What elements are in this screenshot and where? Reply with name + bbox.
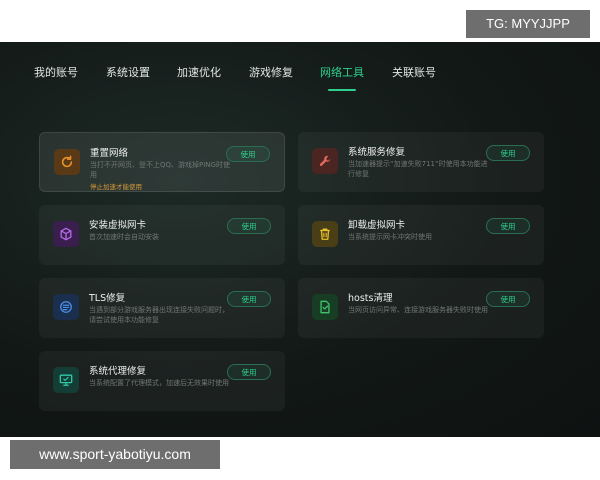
watermark-website: www.sport-yabotiyu.com [10, 440, 220, 469]
use-button-hosts-clean[interactable]: 使用 [486, 291, 530, 307]
tool-warning: 停止加速才能使用 [90, 183, 142, 191]
file-clean-icon [312, 294, 338, 320]
network-tools-panel: 我的账号 系统设置 加速优化 游戏修复 网络工具 关联账号 重置网络 当打不开网… [0, 42, 600, 437]
tool-card-uninstall-virtual-nic: 卸载虚拟网卡 当系统提示网卡冲突时使用 使用 [298, 205, 544, 265]
tool-description: 当系统配置了代理模式，加速后无效果时使用 [89, 379, 229, 387]
tool-card-system-proxy-repair: 系统代理修复 当系统配置了代理模式，加速后无效果时使用 使用 [39, 351, 285, 411]
watermark-tg-label: TG: MYYJJPP [466, 10, 590, 38]
tool-title: TLS修复 [89, 293, 126, 304]
tab-linked-accounts[interactable]: 关联账号 [392, 64, 436, 80]
tab-game-repair[interactable]: 游戏修复 [249, 64, 293, 80]
tool-card-tls-repair: TLS修复 当遇到部分游戏服务器出现连接失败问题时，请尝试使用本功能修复 使用 [39, 278, 285, 338]
tool-title: 系统代理修复 [89, 366, 147, 377]
tls-icon [53, 294, 79, 320]
tab-my-account[interactable]: 我的账号 [34, 64, 78, 80]
tool-title: 重置网络 [90, 148, 129, 159]
wrench-icon [312, 148, 338, 174]
trash-icon [312, 221, 338, 247]
tool-description: 当系统提示网卡冲突时使用 [348, 233, 432, 241]
tab-acceleration[interactable]: 加速优化 [177, 64, 221, 80]
tool-card-hosts-clean: hosts清理 当网页访问异常、连接游戏服务器失败时使用 使用 [298, 278, 544, 338]
monitor-icon [53, 367, 79, 393]
tab-network-tools[interactable]: 网络工具 [320, 64, 364, 91]
tool-card-system-service-repair: 系统服务修复 当加速器提示“加速失败711”时使用本功能进行修复 使用 [298, 132, 544, 192]
top-tab-bar: 我的账号 系统设置 加速优化 游戏修复 网络工具 关联账号 [0, 64, 600, 94]
use-button-system-service-repair[interactable]: 使用 [486, 145, 530, 161]
use-button-reset-network[interactable]: 使用 [226, 146, 270, 162]
use-button-uninstall-virtual-nic[interactable]: 使用 [486, 218, 530, 234]
tool-description: 当遇到部分游戏服务器出现连接失败问题时，请尝试使用本功能修复 [89, 306, 229, 324]
tool-description: 当打不开网页、登不上QQ、游戏掉PING时使用 [90, 161, 230, 179]
tool-title: 系统服务修复 [348, 147, 406, 158]
tool-title: 安装虚拟网卡 [89, 220, 147, 231]
tool-description: 首次加速时会自动安装 [89, 233, 159, 241]
tool-card-install-virtual-nic: 安装虚拟网卡 首次加速时会自动安装 使用 [39, 205, 285, 265]
tool-description: 当网页访问异常、连接游戏服务器失败时使用 [348, 306, 488, 314]
use-button-install-virtual-nic[interactable]: 使用 [227, 218, 271, 234]
tool-description: 当加速器提示“加速失败711”时使用本功能进行修复 [348, 160, 488, 178]
refresh-icon [54, 149, 80, 175]
tool-title: hosts清理 [348, 293, 393, 304]
use-button-tls-repair[interactable]: 使用 [227, 291, 271, 307]
tab-system-settings[interactable]: 系统设置 [106, 64, 150, 80]
tool-card-reset-network: 重置网络 当打不开网页、登不上QQ、游戏掉PING时使用 停止加速才能使用 使用 [39, 132, 285, 192]
tool-title: 卸载虚拟网卡 [348, 220, 406, 231]
use-button-system-proxy-repair[interactable]: 使用 [227, 364, 271, 380]
cube-icon [53, 221, 79, 247]
